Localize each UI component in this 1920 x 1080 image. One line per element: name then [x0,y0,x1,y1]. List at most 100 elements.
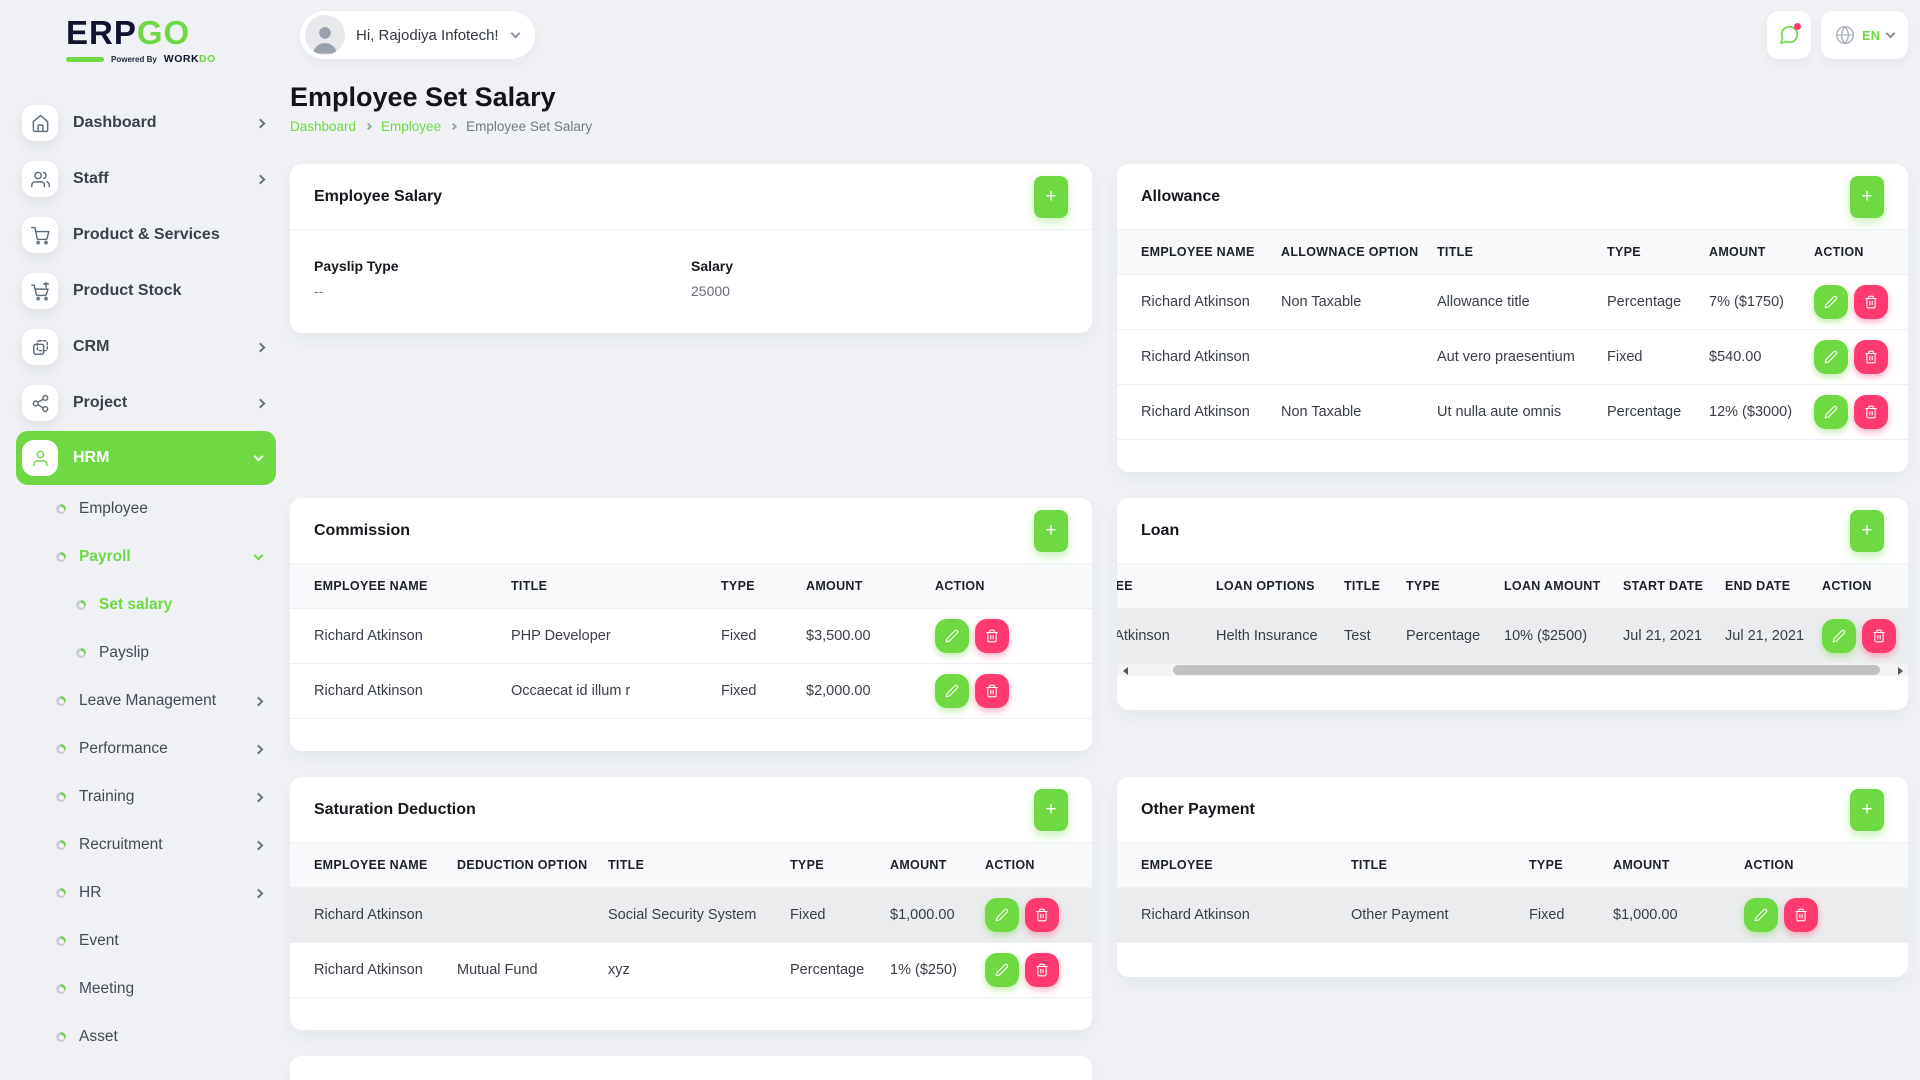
sidebar-item-label: Staff [73,170,109,188]
cell-allownace-option: Non Taxable [1271,385,1427,440]
delete-button[interactable] [1862,619,1896,653]
sidebar-item-product-services[interactable]: Product & Services [16,207,290,263]
user-avatar [305,15,345,55]
breadcrumb-employee-set-salary: Employee Set Salary [466,119,592,134]
bullet-icon [56,552,66,562]
sidebar-item-label: CRM [73,338,109,356]
edit-button[interactable] [985,898,1019,932]
add-deduction-button[interactable]: + [1034,789,1068,831]
add-salary-button[interactable]: + [1034,176,1068,218]
sidebar-item-event[interactable]: Event [16,917,290,965]
add-loan-button[interactable]: + [1850,510,1884,552]
app-root: ERPGO Powered By WORKDO Dashboard Staff Pr… [0,0,1920,1080]
delete-button[interactable] [1854,285,1888,319]
edit-button[interactable] [935,674,969,708]
topbar: Hi, Rajodiya Infotech! EN [290,0,1908,70]
language-selector[interactable]: EN [1821,11,1908,59]
card-saturation-deduction: Saturation Deduction + EMPLOYEE NAMEDEDU… [290,777,1092,1030]
user-greeting: Hi, Rajodiya Infotech! [356,27,499,44]
edit-button[interactable] [1814,395,1848,429]
delete-button[interactable] [1854,340,1888,374]
sidebar-item-payslip[interactable]: Payslip [16,629,290,677]
sidebar-item-set-salary[interactable]: Set salary [16,581,290,629]
chevron-right-icon [254,888,264,898]
sidebar-item-asset[interactable]: Asset [16,1013,290,1061]
cell-type: Fixed [711,609,796,664]
add-commission-button[interactable]: + [1034,510,1068,552]
sidebar-item-recruitment[interactable]: Recruitment [16,821,290,869]
breadcrumb-dashboard[interactable]: Dashboard [290,119,356,134]
user-menu[interactable]: Hi, Rajodiya Infotech! [300,11,535,59]
card-header: Loan + [1117,498,1908,564]
cart-icon [22,217,58,253]
card-header: Allowance + [1117,164,1908,230]
brand-logo[interactable]: ERPGO Powered By WORKDO [66,16,290,65]
edit-button[interactable] [1744,898,1778,932]
card-header: Commission + [290,498,1092,564]
sidebar-item-staff[interactable]: Staff [16,151,290,207]
sidebar-item-product-stock[interactable]: Product Stock [16,263,290,319]
column-header-action: ACTION [1804,230,1908,275]
sidebar-item-project[interactable]: Project [16,375,290,431]
sidebar-item-dashboard[interactable]: Dashboard [16,95,290,151]
delete-button[interactable] [975,619,1009,653]
sidebar-item-employee[interactable]: Employee [16,485,290,533]
edit-button[interactable] [1822,619,1856,653]
card-header: Saturation Deduction + [290,777,1092,843]
logo-go: GO [137,14,190,51]
logo-subline: Powered By WORKDO [66,53,290,65]
delete-button[interactable] [1784,898,1818,932]
add-other-payment-button[interactable]: + [1850,789,1884,831]
sidebar-item-label: Training [79,788,134,806]
chevron-right-icon [254,744,264,754]
sidebar-item-hrm[interactable]: HRM [16,431,276,485]
cell-amount: $1,000.00 [1603,888,1734,943]
sidebar-nav: Dashboard Staff Product & Services Product … [16,95,290,1061]
cell-employee-name: Richard Atkinson [290,609,501,664]
edit-button[interactable] [1814,285,1848,319]
delete-button[interactable] [1025,953,1059,987]
scroll-left-arrow-icon[interactable] [1123,667,1128,675]
sidebar-item-label: Asset [79,1028,118,1046]
table-row: Richard AtkinsonHelth InsuranceTestPerce… [1117,609,1908,664]
sidebar-item-performance[interactable]: Performance [16,725,290,773]
sidebar-item-hr[interactable]: HR [16,869,290,917]
messages-button[interactable] [1767,11,1811,59]
card-footer [1117,440,1908,472]
edit-button[interactable] [935,619,969,653]
scroll-right-arrow-icon[interactable] [1898,667,1903,675]
cell-title: Occaecat id illum r [501,664,711,719]
cell-action [975,888,1092,943]
column-header-loan-amount: LOAN AMOUNT [1494,564,1613,609]
sidebar-item-payroll[interactable]: Payroll [16,533,290,581]
delete-button[interactable] [1025,898,1059,932]
sidebar-item-meeting[interactable]: Meeting [16,965,290,1013]
card-footer [1117,676,1908,710]
card-title: Loan [1141,522,1179,540]
salary-field: Salary 25000 [691,258,1068,299]
language-code: EN [1862,28,1880,43]
sidebar-item-training[interactable]: Training [16,773,290,821]
delete-button[interactable] [975,674,1009,708]
cards-grid: Employee Salary + Payslip Type -- Salary… [290,164,1908,1080]
breadcrumb-employee[interactable]: Employee [381,119,441,134]
column-header-type: TYPE [711,564,796,609]
cell-amount: $3,500.00 [796,609,925,664]
column-header-amount: AMOUNT [1603,843,1734,888]
edit-button[interactable] [1814,340,1848,374]
sidebar-item-label: Product Stock [73,282,181,300]
cell-action [1804,275,1908,330]
add-allowance-button[interactable]: + [1850,176,1884,218]
bullet-icon [56,696,66,706]
cell-type: Percentage [1597,385,1699,440]
edit-button[interactable] [985,953,1019,987]
horizontal-scrollbar[interactable] [1117,664,1908,676]
cell-amount: 12% ($3000) [1699,385,1804,440]
bullet-icon [56,984,66,994]
cell-type: Fixed [1597,330,1699,385]
scrollbar-thumb[interactable] [1173,665,1880,675]
column-header-type: TYPE [780,843,880,888]
sidebar-item-leave-management[interactable]: Leave Management [16,677,290,725]
delete-button[interactable] [1854,395,1888,429]
sidebar-item-crm[interactable]: CRM [16,319,290,375]
